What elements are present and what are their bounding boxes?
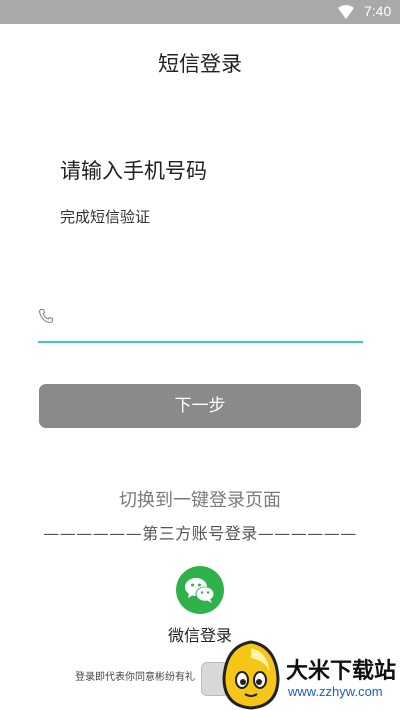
agreement-text[interactable]: 登录即代表你同意彬纷有礼 — [75, 668, 195, 683]
wechat-icon — [185, 578, 215, 603]
next-button[interactable]: 下一步 — [39, 384, 361, 428]
wechat-login-label: 微信登录 — [167, 626, 232, 645]
page-title: 短信登录 — [158, 52, 242, 76]
form-heading: 请输入手机号码 — [60, 159, 207, 183]
status-time: 7:40 — [364, 3, 392, 19]
watermark-logo-icon — [222, 640, 280, 710]
status-bar: 7:40 — [0, 0, 400, 24]
watermark-name: 大米下载站 — [286, 659, 397, 684]
phone-field[interactable] — [38, 300, 363, 343]
watermark-url: www.zzhyw.com — [288, 684, 383, 699]
wifi-icon — [338, 5, 354, 19]
one-click-login-link[interactable]: 切换到一键登录页面 — [0, 486, 400, 512]
form-subheading: 完成短信验证 — [60, 208, 151, 226]
phone-icon — [38, 308, 54, 324]
wechat-login-button[interactable] — [176, 566, 224, 614]
third-party-divider: ——————第三方账号登录—————— — [43, 524, 357, 543]
phone-input[interactable] — [64, 304, 354, 332]
